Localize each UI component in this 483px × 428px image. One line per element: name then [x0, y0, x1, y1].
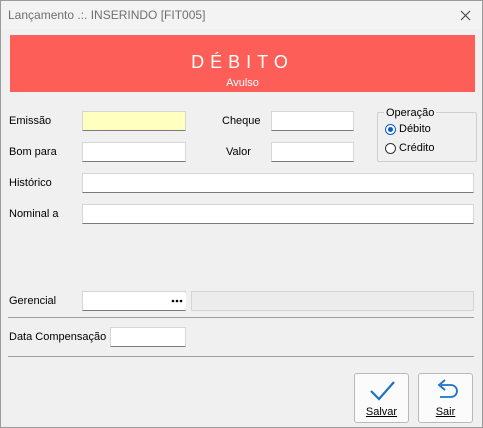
banner-subtitle: Avulso — [226, 77, 259, 89]
ellipsis-icon — [171, 299, 183, 303]
emissao-label: Emissão — [9, 115, 52, 127]
exit-button-label: Sair — [435, 406, 456, 418]
emissao-input[interactable] — [82, 111, 186, 131]
valor-label: Valor — [226, 146, 251, 158]
radio-debito-indicator[interactable] — [385, 123, 396, 135]
data-compensacao-label: Data Compensação — [9, 331, 107, 343]
cheque-input[interactable] — [271, 111, 354, 131]
exit-button[interactable]: Sair — [418, 373, 473, 423]
valor-input[interactable] — [271, 142, 354, 162]
radio-debito-label: Débito — [399, 123, 431, 135]
bom-para-input[interactable] — [82, 142, 186, 162]
operation-banner: DÉBITO Avulso — [10, 35, 475, 92]
radio-debito[interactable]: Débito — [385, 123, 431, 135]
return-arrow-icon — [437, 379, 458, 398]
cheque-label: Cheque — [222, 115, 261, 127]
separator — [8, 317, 474, 318]
dialog-window: Lançamento .:. INSERINDO [FIT005] DÉBITO… — [0, 0, 483, 428]
gerencial-label: Gerencial — [9, 295, 57, 307]
save-button[interactable]: Salvar — [354, 373, 409, 423]
nominal-input[interactable] — [82, 204, 474, 224]
gerencial-description — [191, 291, 474, 311]
historico-input[interactable] — [82, 173, 474, 193]
title-bar: Lançamento .:. INSERINDO [FIT005] — [1, 1, 482, 29]
save-button-label: Salvar — [365, 406, 398, 418]
nominal-label: Nominal a — [9, 208, 59, 220]
checkmark-icon — [370, 381, 395, 401]
close-button[interactable] — [448, 1, 482, 29]
bom-para-label: Bom para — [9, 146, 57, 158]
radio-credito-indicator[interactable] — [385, 142, 396, 154]
radio-credito-label: Crédito — [399, 142, 435, 154]
operacao-group — [377, 112, 477, 162]
historico-label: Histórico — [9, 177, 52, 189]
banner-title: DÉBITO — [191, 52, 294, 72]
window-title: Lançamento .:. INSERINDO [FIT005] — [8, 8, 206, 22]
radio-credito[interactable]: Crédito — [385, 142, 434, 154]
gerencial-lookup-button[interactable] — [168, 293, 186, 309]
separator — [8, 356, 474, 357]
data-compensacao-input[interactable] — [110, 327, 186, 347]
operacao-group-label: Operação — [384, 107, 437, 119]
close-icon — [460, 10, 470, 20]
